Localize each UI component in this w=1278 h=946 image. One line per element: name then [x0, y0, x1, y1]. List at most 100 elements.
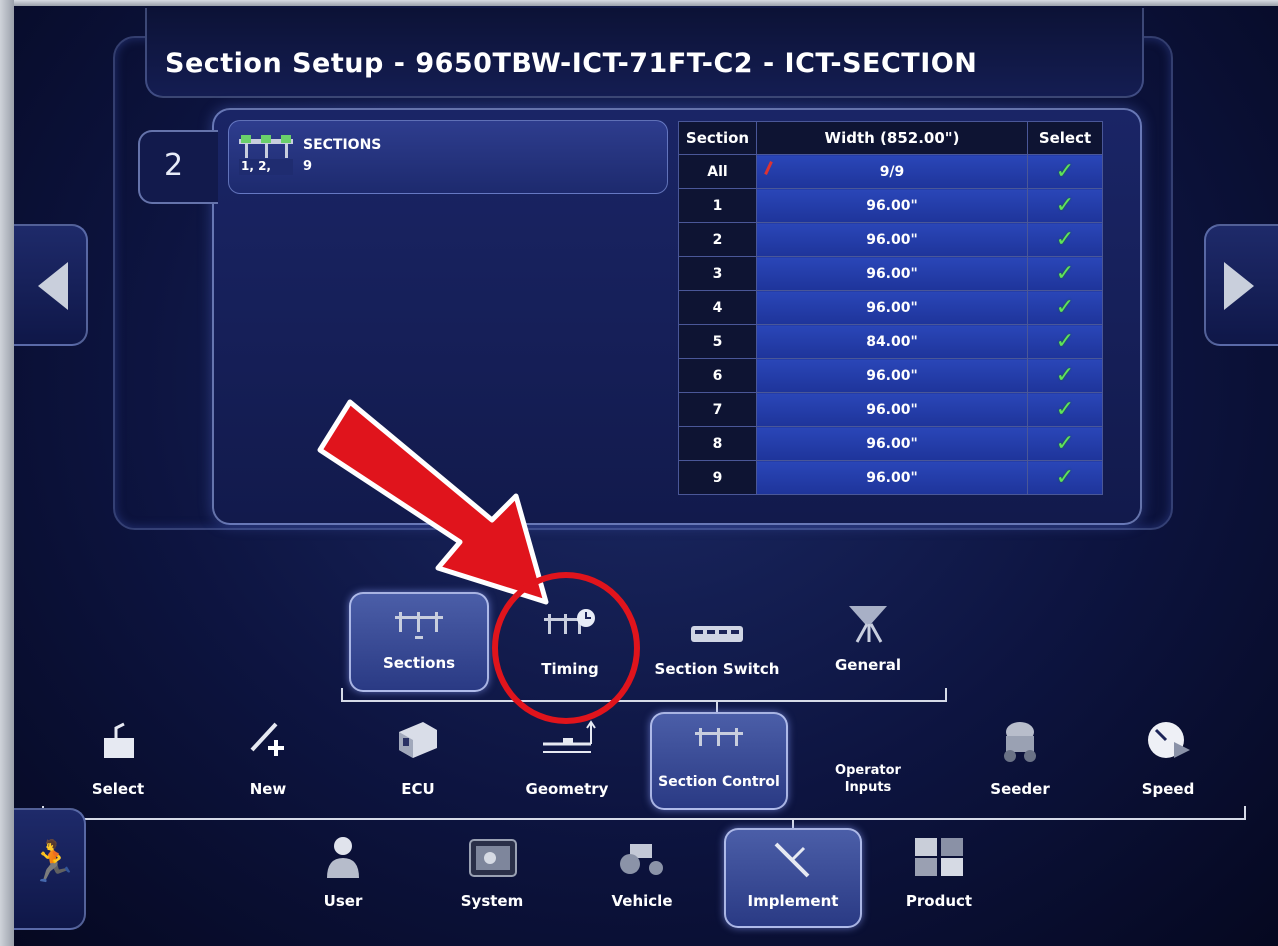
section-width-field[interactable]: 96.00" [756, 358, 1028, 393]
menu-geometry[interactable]: Geometry [514, 718, 620, 802]
menu-product[interactable]: Product [894, 834, 984, 918]
tab-general-label: General [835, 656, 901, 674]
section-control-icon [695, 728, 743, 746]
menu-user[interactable]: User [308, 834, 378, 918]
sections-value: 9 [303, 159, 313, 174]
red-circle-annotation [492, 572, 640, 724]
menu-section-control[interactable]: Section Control [650, 712, 788, 810]
speed-icon [1148, 722, 1190, 758]
section-switch-icon [691, 626, 743, 642]
table-row: 6 96.00" ✓ [678, 358, 1103, 393]
section-id: 4 [678, 290, 757, 325]
section-id: 3 [678, 256, 757, 291]
check-icon: ✓ [1055, 260, 1075, 286]
section-width-field[interactable]: 96.00" [756, 256, 1028, 291]
select-checkbox[interactable]: ✓ [1027, 188, 1103, 223]
implement-icon [774, 842, 810, 878]
tab-section-switch-label: Section Switch [654, 660, 780, 678]
menu-operator-inputs-label-1: Operator [835, 763, 901, 778]
submenu-bracket [341, 688, 947, 702]
menu-ecu[interactable]: ECU [378, 718, 458, 802]
menu-speed[interactable]: Speed [1128, 718, 1208, 802]
arrow-left-icon [38, 262, 68, 310]
next-page-button[interactable] [1204, 224, 1278, 346]
new-implement-icon [250, 722, 284, 756]
tab-general[interactable]: General [816, 598, 920, 688]
running-man-icon: 🏃 [28, 839, 78, 885]
menu-implement[interactable]: Implement [724, 828, 862, 928]
menu-implement-label: Implement [747, 892, 839, 910]
page-index-tab[interactable]: 2 [138, 130, 218, 204]
section-id: 5 [678, 324, 757, 359]
menu-new-label: New [249, 780, 287, 798]
select-checkbox[interactable]: ✓ [1027, 324, 1103, 359]
table-row: 4 96.00" ✓ [678, 290, 1103, 325]
implement-menu-bracket [42, 806, 1246, 820]
table-row: 5 84.00" ✓ [678, 324, 1103, 359]
menu-vehicle-label: Vehicle [611, 892, 673, 910]
check-icon: ✓ [1055, 362, 1075, 388]
section-table: Section Width (852.00") Select All 9/9 ✓… [678, 121, 1103, 495]
check-icon: ✓ [1055, 226, 1075, 252]
menu-section-control-label: Section Control [658, 774, 780, 790]
menu-select[interactable]: Select [76, 718, 160, 802]
exit-button[interactable]: 🏃 [14, 808, 86, 930]
section-width-field[interactable]: 96.00" [756, 222, 1028, 257]
select-checkbox[interactable]: ✓ [1027, 460, 1103, 495]
section-width-field[interactable]: 9/9 [756, 154, 1028, 189]
menu-seeder-label: Seeder [990, 780, 1050, 798]
menu-product-label: Product [905, 892, 973, 910]
previous-page-button[interactable] [14, 224, 88, 346]
header-section: Section [678, 121, 757, 155]
seeder-icon [1004, 722, 1036, 762]
arrow-right-icon [1224, 262, 1254, 310]
select-checkbox[interactable]: ✓ [1027, 154, 1103, 189]
general-icon [849, 606, 887, 643]
table-row: 9 96.00" ✓ [678, 460, 1103, 495]
edit-icon [764, 161, 773, 175]
implement-menu-stem [792, 818, 794, 828]
select-checkbox[interactable]: ✓ [1027, 392, 1103, 427]
select-checkbox[interactable]: ✓ [1027, 222, 1103, 257]
section-width-field[interactable]: 96.00" [756, 460, 1028, 495]
table-row: 2 96.00" ✓ [678, 222, 1103, 257]
menu-user-label: User [323, 892, 363, 910]
submenu-stem [716, 700, 718, 712]
tab-sections-label: Sections [382, 654, 456, 672]
sections-count-item[interactable]: 1, 2, SECTIONS 9 [228, 120, 668, 194]
menu-speed-label: Speed [1141, 780, 1195, 798]
system-icon [469, 839, 517, 877]
section-id: 9 [678, 460, 757, 495]
section-id: 7 [678, 392, 757, 427]
sections-icon-numbers: 1, 2, [241, 159, 271, 173]
check-icon: ✓ [1055, 192, 1075, 218]
select-checkbox[interactable]: ✓ [1027, 358, 1103, 393]
tab-section-switch[interactable]: Section Switch [646, 598, 788, 688]
section-id: All [678, 154, 757, 189]
table-row: 3 96.00" ✓ [678, 256, 1103, 291]
menu-system[interactable]: System [452, 834, 532, 918]
menu-geometry-label: Geometry [525, 780, 609, 798]
check-icon: ✓ [1055, 396, 1075, 422]
product-icon [915, 838, 963, 876]
section-width-field[interactable]: 96.00" [756, 426, 1028, 461]
menu-seeder[interactable]: Seeder [980, 718, 1060, 802]
select-checkbox[interactable]: ✓ [1027, 290, 1103, 325]
section-id: 1 [678, 188, 757, 223]
section-width-value: 9/9 [879, 163, 905, 180]
menu-operator-inputs-label-2: Inputs [844, 780, 892, 795]
select-checkbox[interactable]: ✓ [1027, 426, 1103, 461]
check-icon: ✓ [1055, 430, 1075, 456]
select-checkbox[interactable]: ✓ [1027, 256, 1103, 291]
table-row: 1 96.00" ✓ [678, 188, 1103, 223]
section-width-field[interactable]: 96.00" [756, 392, 1028, 427]
menu-operator-inputs[interactable]: Operator Inputs [818, 762, 918, 806]
header-select: Select [1027, 121, 1103, 155]
page-index: 2 [164, 148, 184, 183]
menu-new[interactable]: New [228, 718, 308, 802]
section-width-field[interactable]: 84.00" [756, 324, 1028, 359]
section-width-field[interactable]: 96.00" [756, 188, 1028, 223]
section-id: 2 [678, 222, 757, 257]
section-width-field[interactable]: 96.00" [756, 290, 1028, 325]
menu-vehicle[interactable]: Vehicle [602, 834, 682, 918]
